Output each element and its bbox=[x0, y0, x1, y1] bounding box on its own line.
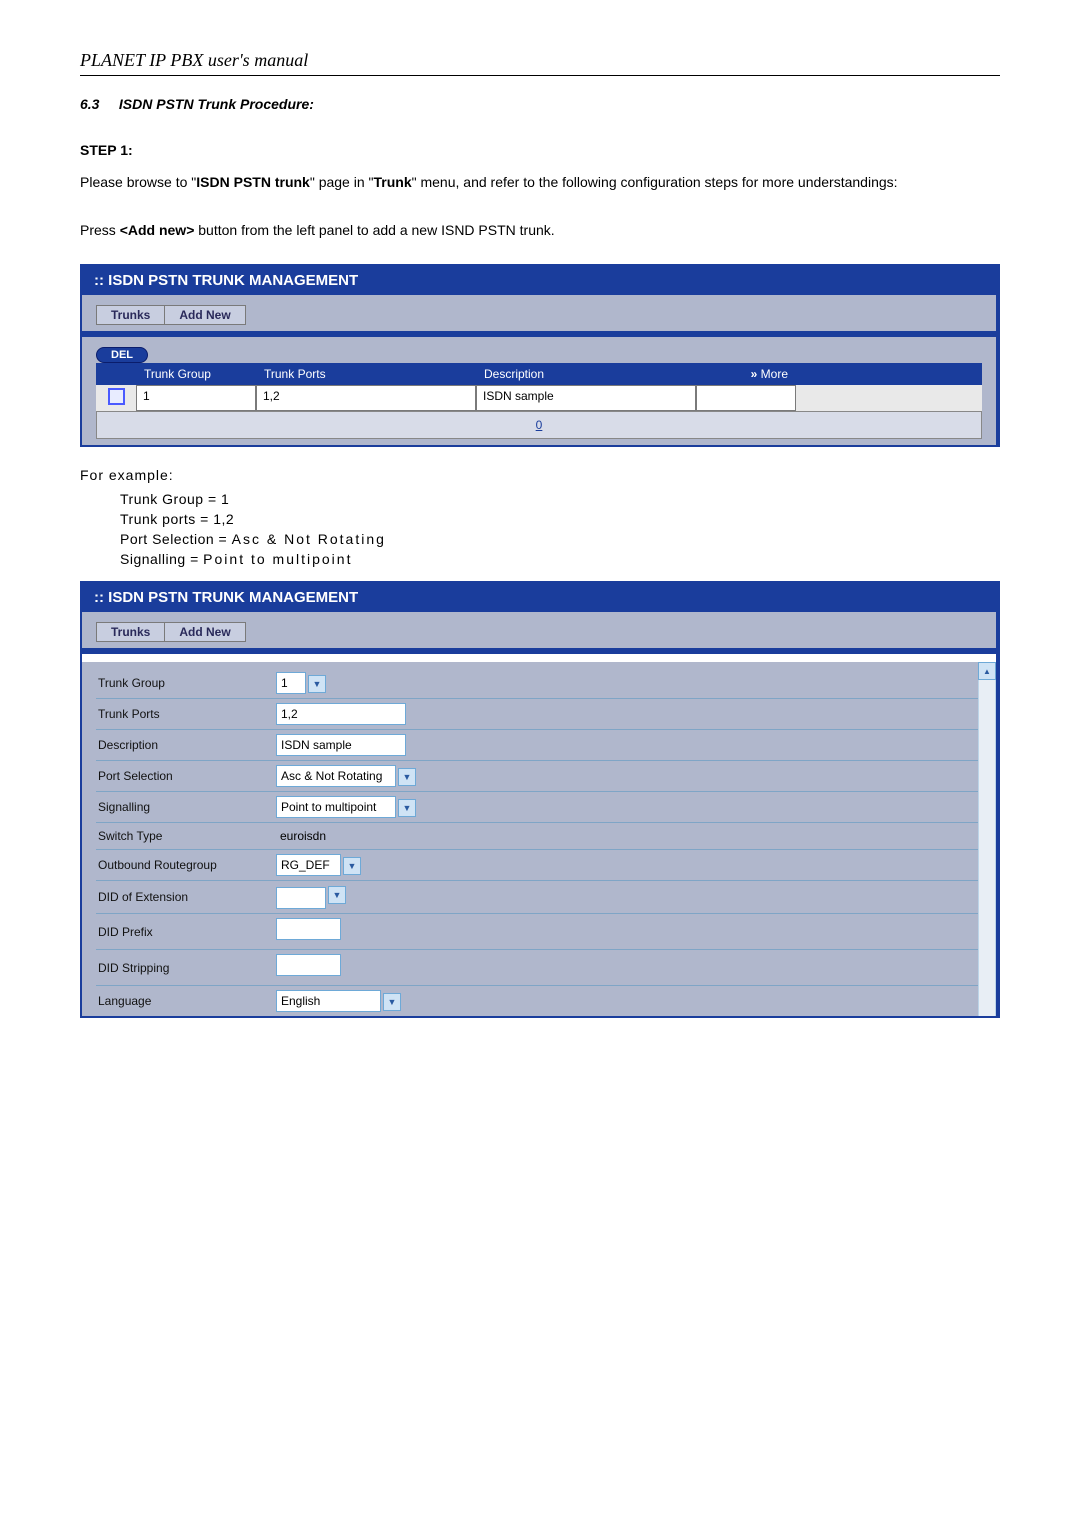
panel-title: :: ISDN PSTN TRUNK MANAGEMENT bbox=[82, 266, 996, 295]
example-line-2: Trunk ports = 1,2 bbox=[120, 511, 1000, 527]
input-did-stripping[interactable] bbox=[276, 954, 341, 976]
select-port-selection[interactable]: Asc & Not Rotating bbox=[276, 765, 396, 787]
divider-bar bbox=[82, 331, 996, 337]
select-value: English bbox=[281, 994, 320, 1008]
cell-trunk-ports: 1,2 bbox=[256, 385, 476, 411]
row-language: Language English ▼ bbox=[96, 986, 982, 1016]
cell-trunk-group: 1 bbox=[136, 385, 256, 411]
tab-trunks[interactable]: Trunks bbox=[96, 622, 165, 642]
chevron-down-icon[interactable]: ▼ bbox=[398, 799, 416, 817]
value-switch-type: euroisdn bbox=[276, 828, 330, 844]
step1-paragraph-2: Press <Add new> button from the left pan… bbox=[80, 216, 1000, 244]
label-trunk-group: Trunk Group bbox=[96, 676, 276, 690]
col-trunk-ports: Trunk Ports bbox=[256, 363, 476, 385]
col-trunk-group: Trunk Group bbox=[136, 363, 256, 385]
input-description[interactable]: ISDN sample bbox=[276, 734, 406, 756]
select-did-of-extension[interactable] bbox=[276, 887, 326, 909]
section-title: ISDN PSTN Trunk Procedure: bbox=[119, 96, 314, 112]
label-did-of-extension: DID of Extension bbox=[96, 890, 276, 904]
label-description: Description bbox=[96, 738, 276, 752]
chevron-down-icon[interactable]: ▼ bbox=[328, 886, 346, 904]
table-header: Trunk Group Trunk Ports Description » Mo… bbox=[96, 363, 982, 385]
form-area: ▲ Trunk Group 1 ▼ Trunk Ports 1,2 Descrip… bbox=[82, 662, 996, 1016]
row-checkbox[interactable] bbox=[108, 388, 125, 405]
example-line-4: Signalling = Point to multipoint bbox=[120, 551, 1000, 567]
manual-title: PLANET IP PBX user's manual bbox=[80, 50, 1000, 76]
pager-link-0[interactable]: 0 bbox=[536, 418, 543, 432]
select-trunk-group[interactable]: 1 bbox=[276, 672, 306, 694]
label-language: Language bbox=[96, 994, 276, 1008]
bold-isdn-pstn-trunk: ISDN PSTN trunk bbox=[196, 174, 310, 190]
chevron-down-icon[interactable]: ▼ bbox=[398, 768, 416, 786]
text: " page in " bbox=[310, 174, 374, 190]
col-more[interactable]: » More bbox=[696, 363, 796, 385]
row-did-prefix: DID Prefix bbox=[96, 914, 982, 950]
section-heading: 6.3 ISDN PSTN Trunk Procedure: bbox=[80, 96, 1000, 112]
cell-description: ISDN sample bbox=[476, 385, 696, 411]
row-port-selection: Port Selection Asc & Not Rotating ▼ bbox=[96, 761, 982, 792]
label-did-stripping: DID Stripping bbox=[96, 961, 276, 975]
del-button[interactable]: DEL bbox=[96, 347, 148, 363]
row-did-of-extension: DID of Extension ▼ bbox=[96, 881, 982, 914]
text: Press bbox=[80, 222, 120, 238]
panel-title: :: ISDN PSTN TRUNK MANAGEMENT bbox=[82, 583, 996, 612]
label-did-prefix: DID Prefix bbox=[96, 925, 276, 939]
select-value: Point to multipoint bbox=[281, 800, 376, 814]
label-signalling: Signalling bbox=[96, 800, 276, 814]
chevron-down-icon[interactable]: ▼ bbox=[308, 675, 326, 693]
text: button from the left panel to add a new … bbox=[194, 222, 554, 238]
more-label: More bbox=[761, 367, 788, 381]
step1-paragraph-1: Please browse to "ISDN PSTN trunk" page … bbox=[80, 168, 1000, 196]
step-label: STEP 1: bbox=[80, 142, 1000, 158]
row-did-stripping: DID Stripping bbox=[96, 950, 982, 986]
select-value: RG_DEF bbox=[281, 858, 330, 872]
chevron-down-icon[interactable]: ▼ bbox=[383, 993, 401, 1011]
chevron-right-icon: » bbox=[751, 367, 758, 381]
divider-bar bbox=[82, 648, 996, 654]
tab-add-new[interactable]: Add New bbox=[165, 622, 245, 642]
text-bold: Asc & Not Rotating bbox=[232, 531, 386, 547]
select-signalling[interactable]: Point to multipoint bbox=[276, 796, 396, 818]
row-trunk-group: Trunk Group 1 ▼ bbox=[96, 668, 982, 699]
example-label: For example: bbox=[80, 467, 1000, 483]
screenshot-trunk-list: :: ISDN PSTN TRUNK MANAGEMENT Trunks Add… bbox=[80, 264, 1000, 447]
input-did-prefix[interactable] bbox=[276, 918, 341, 940]
row-signalling: Signalling Point to multipoint ▼ bbox=[96, 792, 982, 823]
tab-add-new[interactable]: Add New bbox=[165, 305, 245, 325]
label-trunk-ports: Trunk Ports bbox=[96, 707, 276, 721]
label-port-selection: Port Selection bbox=[96, 769, 276, 783]
label-switch-type: Switch Type bbox=[96, 829, 276, 843]
screenshot-trunk-form: :: ISDN PSTN TRUNK MANAGEMENT Trunks Add… bbox=[80, 581, 1000, 1018]
table-footer: 0 bbox=[96, 411, 982, 439]
text: Port Selection = bbox=[120, 531, 232, 547]
tab-trunks[interactable]: Trunks bbox=[96, 305, 165, 325]
row-trunk-ports: Trunk Ports 1,2 bbox=[96, 699, 982, 730]
text-bold: Point to multipoint bbox=[203, 551, 352, 567]
cell-more bbox=[696, 385, 796, 411]
select-language[interactable]: English bbox=[276, 990, 381, 1012]
col-description: Description bbox=[476, 363, 696, 385]
example-line-1: Trunk Group = 1 bbox=[120, 491, 1000, 507]
scrollbar-track[interactable] bbox=[978, 680, 996, 1016]
chevron-down-icon[interactable]: ▼ bbox=[343, 857, 361, 875]
row-switch-type: Switch Type euroisdn bbox=[96, 823, 982, 850]
row-description: Description ISDN sample bbox=[96, 730, 982, 761]
bold-trunk: Trunk bbox=[374, 174, 412, 190]
table-row: 1 1,2 ISDN sample bbox=[96, 385, 982, 411]
text: Signalling = bbox=[120, 551, 203, 567]
text: Please browse to " bbox=[80, 174, 196, 190]
section-number: 6.3 bbox=[80, 96, 99, 112]
row-outbound-routegroup: Outbound Routegroup RG_DEF ▼ bbox=[96, 850, 982, 881]
scroll-up-button[interactable]: ▲ bbox=[978, 662, 996, 680]
select-outbound-routegroup[interactable]: RG_DEF bbox=[276, 854, 341, 876]
select-value: Asc & Not Rotating bbox=[281, 769, 382, 783]
text: " menu, and refer to the following confi… bbox=[412, 174, 898, 190]
select-value: 1 bbox=[281, 676, 288, 690]
bold-add-new: <Add new> bbox=[120, 222, 195, 238]
input-trunk-ports[interactable]: 1,2 bbox=[276, 703, 406, 725]
example-line-3: Port Selection = Asc & Not Rotating bbox=[120, 531, 1000, 547]
label-outbound-routegroup: Outbound Routegroup bbox=[96, 858, 276, 872]
